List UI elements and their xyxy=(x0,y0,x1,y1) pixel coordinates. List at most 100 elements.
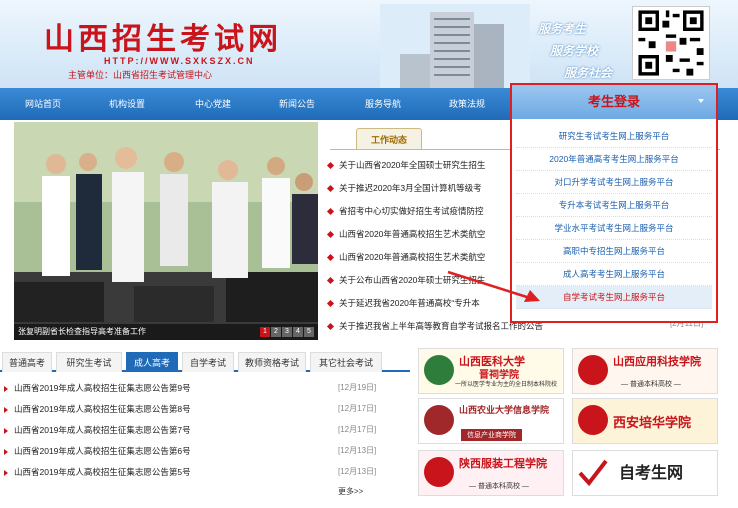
ad-title: 自考生网 xyxy=(619,463,684,482)
news-item[interactable]: 关于推迟2020年3月全国计算机等级考 xyxy=(326,179,482,197)
list-item-date: [12月17日] xyxy=(338,425,377,434)
list-item[interactable]: 山西省2019年成人高校招生征集志愿公告第5号 xyxy=(4,462,191,482)
school-logo-icon xyxy=(424,405,454,435)
photo-page-5[interactable]: 5 xyxy=(304,327,314,337)
ad-subtitle: 一所以医学专业为主的全日制本科院校 xyxy=(455,382,558,388)
ad-title: 山西农业大学信息学院 xyxy=(459,406,550,416)
qr-code-icon xyxy=(632,6,710,80)
ad-subtitle: — 普通本科高校 — xyxy=(621,381,681,388)
news-item-title: 关于山西省2020年全国硕士研究生招生 xyxy=(339,160,486,170)
ad-shaanxi-fashion[interactable]: 陕西服装工程学院 — 普通本科高校 — xyxy=(418,450,564,496)
news-item[interactable]: 山西省2020年普通高校招生艺术类航空 xyxy=(326,225,486,243)
list-item-title: 山西省2019年成人高校招生征集志愿公告第5号 xyxy=(14,467,191,477)
site-org: 主管单位：山西省招生考试管理中心 xyxy=(68,70,213,80)
ad-zikaosheng[interactable]: 自考生网 xyxy=(572,450,718,496)
tab-other[interactable]: 其它社会考试 xyxy=(310,352,382,372)
news-item-title: 省招考中心切实做好招生考试疫情防控 xyxy=(339,206,484,216)
list-item[interactable]: 山西省2019年成人高校招生征集志愿公告第9号 xyxy=(4,378,191,398)
bullet-icon xyxy=(326,208,335,216)
news-item-title: 关于延迟我省2020年普通高校“专升本 xyxy=(339,298,480,308)
tab-graduate[interactable]: 研究生考试 xyxy=(56,352,122,372)
list-item[interactable]: 山西省2019年成人高校招生征集志愿公告第8号 xyxy=(4,399,191,419)
tab-self-study[interactable]: 自学考试 xyxy=(182,352,234,372)
bullet-icon xyxy=(4,448,8,455)
news-item[interactable]: 关于延迟我省2020年普通高校“专升本 xyxy=(326,294,480,312)
news-item[interactable]: 省招考中心切实做好招生考试疫情防控 xyxy=(326,202,484,220)
login-link-gaokao[interactable]: 2020年普通高考考生网上服务平台 xyxy=(516,148,712,171)
exam-tabs: 普通高考 研究生考试 成人高考 自学考试 教师资格考试 其它社会考试 xyxy=(0,352,410,372)
bullet-icon xyxy=(326,185,335,193)
list-item-date: [12月19日] xyxy=(338,383,377,392)
ad-title: 陕西服装工程学院 xyxy=(459,457,547,470)
list-item-date: [12月17日] xyxy=(338,404,377,413)
list-item-date: [12月13日] xyxy=(338,446,377,455)
news-item-title: 关于推迟2020年3月全国计算机等级考 xyxy=(339,183,482,193)
bullet-icon xyxy=(326,162,335,170)
tab-teacher[interactable]: 教师资格考试 xyxy=(238,352,306,372)
school-logo-icon xyxy=(578,405,608,435)
tab-adult[interactable]: 成人高考 xyxy=(126,352,178,372)
login-link-higher-voc[interactable]: 高职中专招生网上服务平台 xyxy=(516,240,712,263)
slogan-3: 服务社会 xyxy=(564,66,613,80)
photo-pager: 1 2 3 4 5 xyxy=(260,327,314,337)
news-item[interactable]: 关于山西省2020年全国硕士研究生招生 xyxy=(326,156,486,174)
news-photo-image xyxy=(14,122,318,340)
nav-party[interactable]: 中心党建 xyxy=(182,88,244,120)
site-url: HTTP://WWW.SXKSZX.CN xyxy=(104,56,255,66)
login-link-graduate[interactable]: 研究生考试考生网上服务平台 xyxy=(516,125,712,148)
slogan-2: 服务学校 xyxy=(550,44,599,58)
list-item-title: 山西省2019年成人高校招生征集志愿公告第9号 xyxy=(14,383,191,393)
news-item-title: 山西省2020年普通高校招生艺术类航空 xyxy=(339,252,486,262)
more-link[interactable]: 更多>> xyxy=(338,486,363,497)
login-title-text: 考生登录 xyxy=(587,94,640,109)
nav-news[interactable]: 新闻公告 xyxy=(266,88,328,120)
news-photo[interactable]: 张复明副省长检查指导高考准备工作 1 2 3 4 5 xyxy=(14,122,318,340)
ad-title: 西安培华学院 xyxy=(613,416,692,431)
photo-page-4[interactable]: 4 xyxy=(293,327,303,337)
ad-shanxi-medical[interactable]: 山西医科大学 晋祠学院 一所以医学专业为主的全日制本科院校 xyxy=(418,348,564,394)
login-link-upgrade[interactable]: 专升本考试考生网上服务平台 xyxy=(516,194,712,217)
news-item-title: 关于公布山西省2020年硕士研究生招生 xyxy=(339,275,486,285)
slogan-1: 服务考生 xyxy=(538,22,587,36)
bullet-icon xyxy=(4,427,8,434)
school-logo-icon xyxy=(424,355,454,385)
nav-service[interactable]: 服务导航 xyxy=(352,88,414,120)
bullet-icon xyxy=(326,323,335,331)
ad-shanxi-agri[interactable]: 山西农业大学信息学院 信息产业商学院 xyxy=(418,398,564,444)
list-item-title: 山西省2019年成人高校招生征集志愿公告第8号 xyxy=(14,404,191,414)
tab-gaokao[interactable]: 普通高考 xyxy=(2,352,52,372)
photo-page-2[interactable]: 2 xyxy=(271,327,281,337)
login-link-vocational[interactable]: 对口升学考试考生网上服务平台 xyxy=(516,171,712,194)
login-link-adult[interactable]: 成人高考考生网上服务平台 xyxy=(516,263,712,286)
nav-home[interactable]: 网站首页 xyxy=(12,88,74,120)
login-link-self-study[interactable]: 自学考试考生网上服务平台 xyxy=(516,286,712,309)
news-item-title: 山西省2020年普通高校招生艺术类航空 xyxy=(339,229,486,239)
bullet-icon xyxy=(4,469,8,476)
login-title[interactable]: 考生登录 xyxy=(512,85,716,119)
site-title[interactable]: 山西招生考试网 xyxy=(44,14,282,58)
checkmark-logo-icon xyxy=(578,459,608,487)
nav-org[interactable]: 机构设置 xyxy=(96,88,158,120)
tab-work-news[interactable]: 工作动态 xyxy=(356,128,422,150)
bullet-icon xyxy=(326,254,335,262)
list-item-title: 山西省2019年成人高校招生征集志愿公告第6号 xyxy=(14,446,191,456)
news-item[interactable]: 关于公布山西省2020年硕士研究生招生 xyxy=(326,271,486,289)
school-logo-icon xyxy=(424,457,454,487)
list-item[interactable]: 山西省2019年成人高校招生征集志愿公告第7号 xyxy=(4,420,191,440)
login-link-academic[interactable]: 学业水平考试考生网上服务平台 xyxy=(516,217,712,240)
bullet-icon xyxy=(326,231,335,239)
photo-page-1[interactable]: 1 xyxy=(260,327,270,337)
ad-subtitle: — 普通本科高校 — xyxy=(469,483,529,490)
news-item[interactable]: 山西省2020年普通高校招生艺术类航空 xyxy=(326,248,486,266)
photo-page-3[interactable]: 3 xyxy=(282,327,292,337)
chevron-down-icon xyxy=(698,99,704,103)
building-image xyxy=(380,4,530,88)
student-login-panel: 考生登录 研究生考试考生网上服务平台 2020年普通高考考生网上服务平台 对口升… xyxy=(510,83,718,323)
ad-shanxi-applied[interactable]: 山西应用科技学院 — 普通本科高校 — xyxy=(572,348,718,394)
ad-subtitle: 信息产业商学院 xyxy=(461,429,522,441)
list-item[interactable]: 山西省2019年成人高校招生征集志愿公告第6号 xyxy=(4,441,191,461)
nav-policy[interactable]: 政策法规 xyxy=(436,88,498,120)
bullet-icon xyxy=(326,300,335,308)
ad-title: 山西应用科技学院 xyxy=(613,355,701,368)
ad-xian-peihua[interactable]: 西安培华学院 xyxy=(572,398,718,444)
